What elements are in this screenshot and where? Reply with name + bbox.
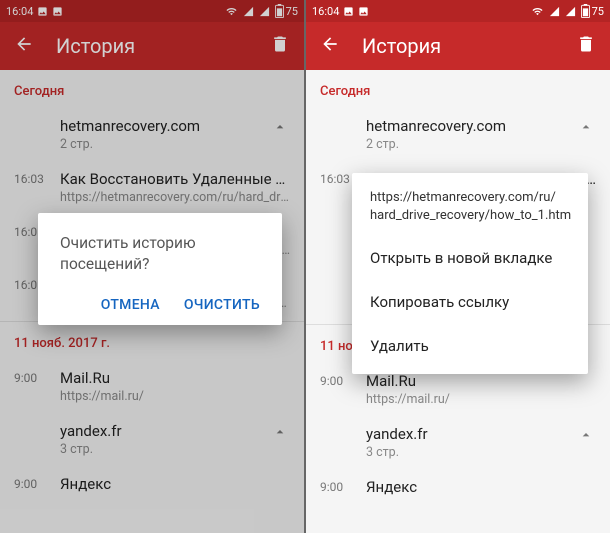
- item-time: 9:00: [320, 372, 366, 407]
- app-bar: История: [306, 22, 610, 70]
- history-group[interactable]: yandex.fr 3 стр.: [306, 417, 610, 470]
- status-bar: 16:04 75: [306, 0, 610, 22]
- trash-icon[interactable]: [576, 34, 596, 58]
- battery-indicator: 75: [581, 4, 604, 18]
- item-sub: https://mail.ru/: [366, 392, 596, 407]
- dialog-message: Очистить историю посещений?: [60, 233, 260, 275]
- signal-icon: [565, 6, 576, 17]
- chevron-up-icon[interactable]: [576, 117, 596, 152]
- section-today: Сегодня: [306, 70, 610, 109]
- history-item[interactable]: 9:00 Яндекс: [306, 470, 610, 506]
- item-title: hetmanrecovery.com: [366, 117, 576, 135]
- item-title: Яндекс: [366, 478, 596, 496]
- item-sub: 2 стр.: [366, 137, 576, 152]
- context-menu: https://hetmanrecovery.com/ru/ hard_driv…: [352, 173, 588, 374]
- menu-url: https://hetmanrecovery.com/ru/ hard_driv…: [352, 185, 588, 236]
- wifi-icon: [531, 6, 544, 17]
- phone-left: 16:04 75 История Сегодня hetmanrecovery.…: [0, 0, 304, 533]
- menu-delete[interactable]: Удалить: [352, 324, 588, 368]
- back-icon[interactable]: [320, 34, 340, 58]
- clear-history-dialog: Очистить историю посещений? ОТМЕНА ОЧИСТ…: [38, 213, 282, 325]
- item-sub: 3 стр.: [366, 445, 576, 460]
- menu-open-new-tab[interactable]: Открыть в новой вкладке: [352, 236, 588, 280]
- chevron-up-icon[interactable]: [576, 425, 596, 460]
- item-title: Mail.Ru: [366, 372, 596, 390]
- item-title: yandex.fr: [366, 425, 576, 443]
- item-time: 9:00: [320, 478, 366, 496]
- menu-copy-link[interactable]: Копировать ссылку: [352, 280, 588, 324]
- cancel-button[interactable]: ОТМЕНА: [101, 297, 160, 313]
- picture-icon: [358, 6, 369, 17]
- signal-icon: [549, 6, 560, 17]
- phone-right: 16:04 75 История Сегодня hetmanrecovery.…: [306, 0, 610, 533]
- confirm-button[interactable]: ОЧИСТИТЬ: [184, 297, 260, 313]
- page-title: История: [362, 34, 441, 58]
- picture-icon: [343, 6, 354, 17]
- status-time: 16:04: [312, 5, 339, 18]
- history-group[interactable]: hetmanrecovery.com 2 стр.: [306, 109, 610, 162]
